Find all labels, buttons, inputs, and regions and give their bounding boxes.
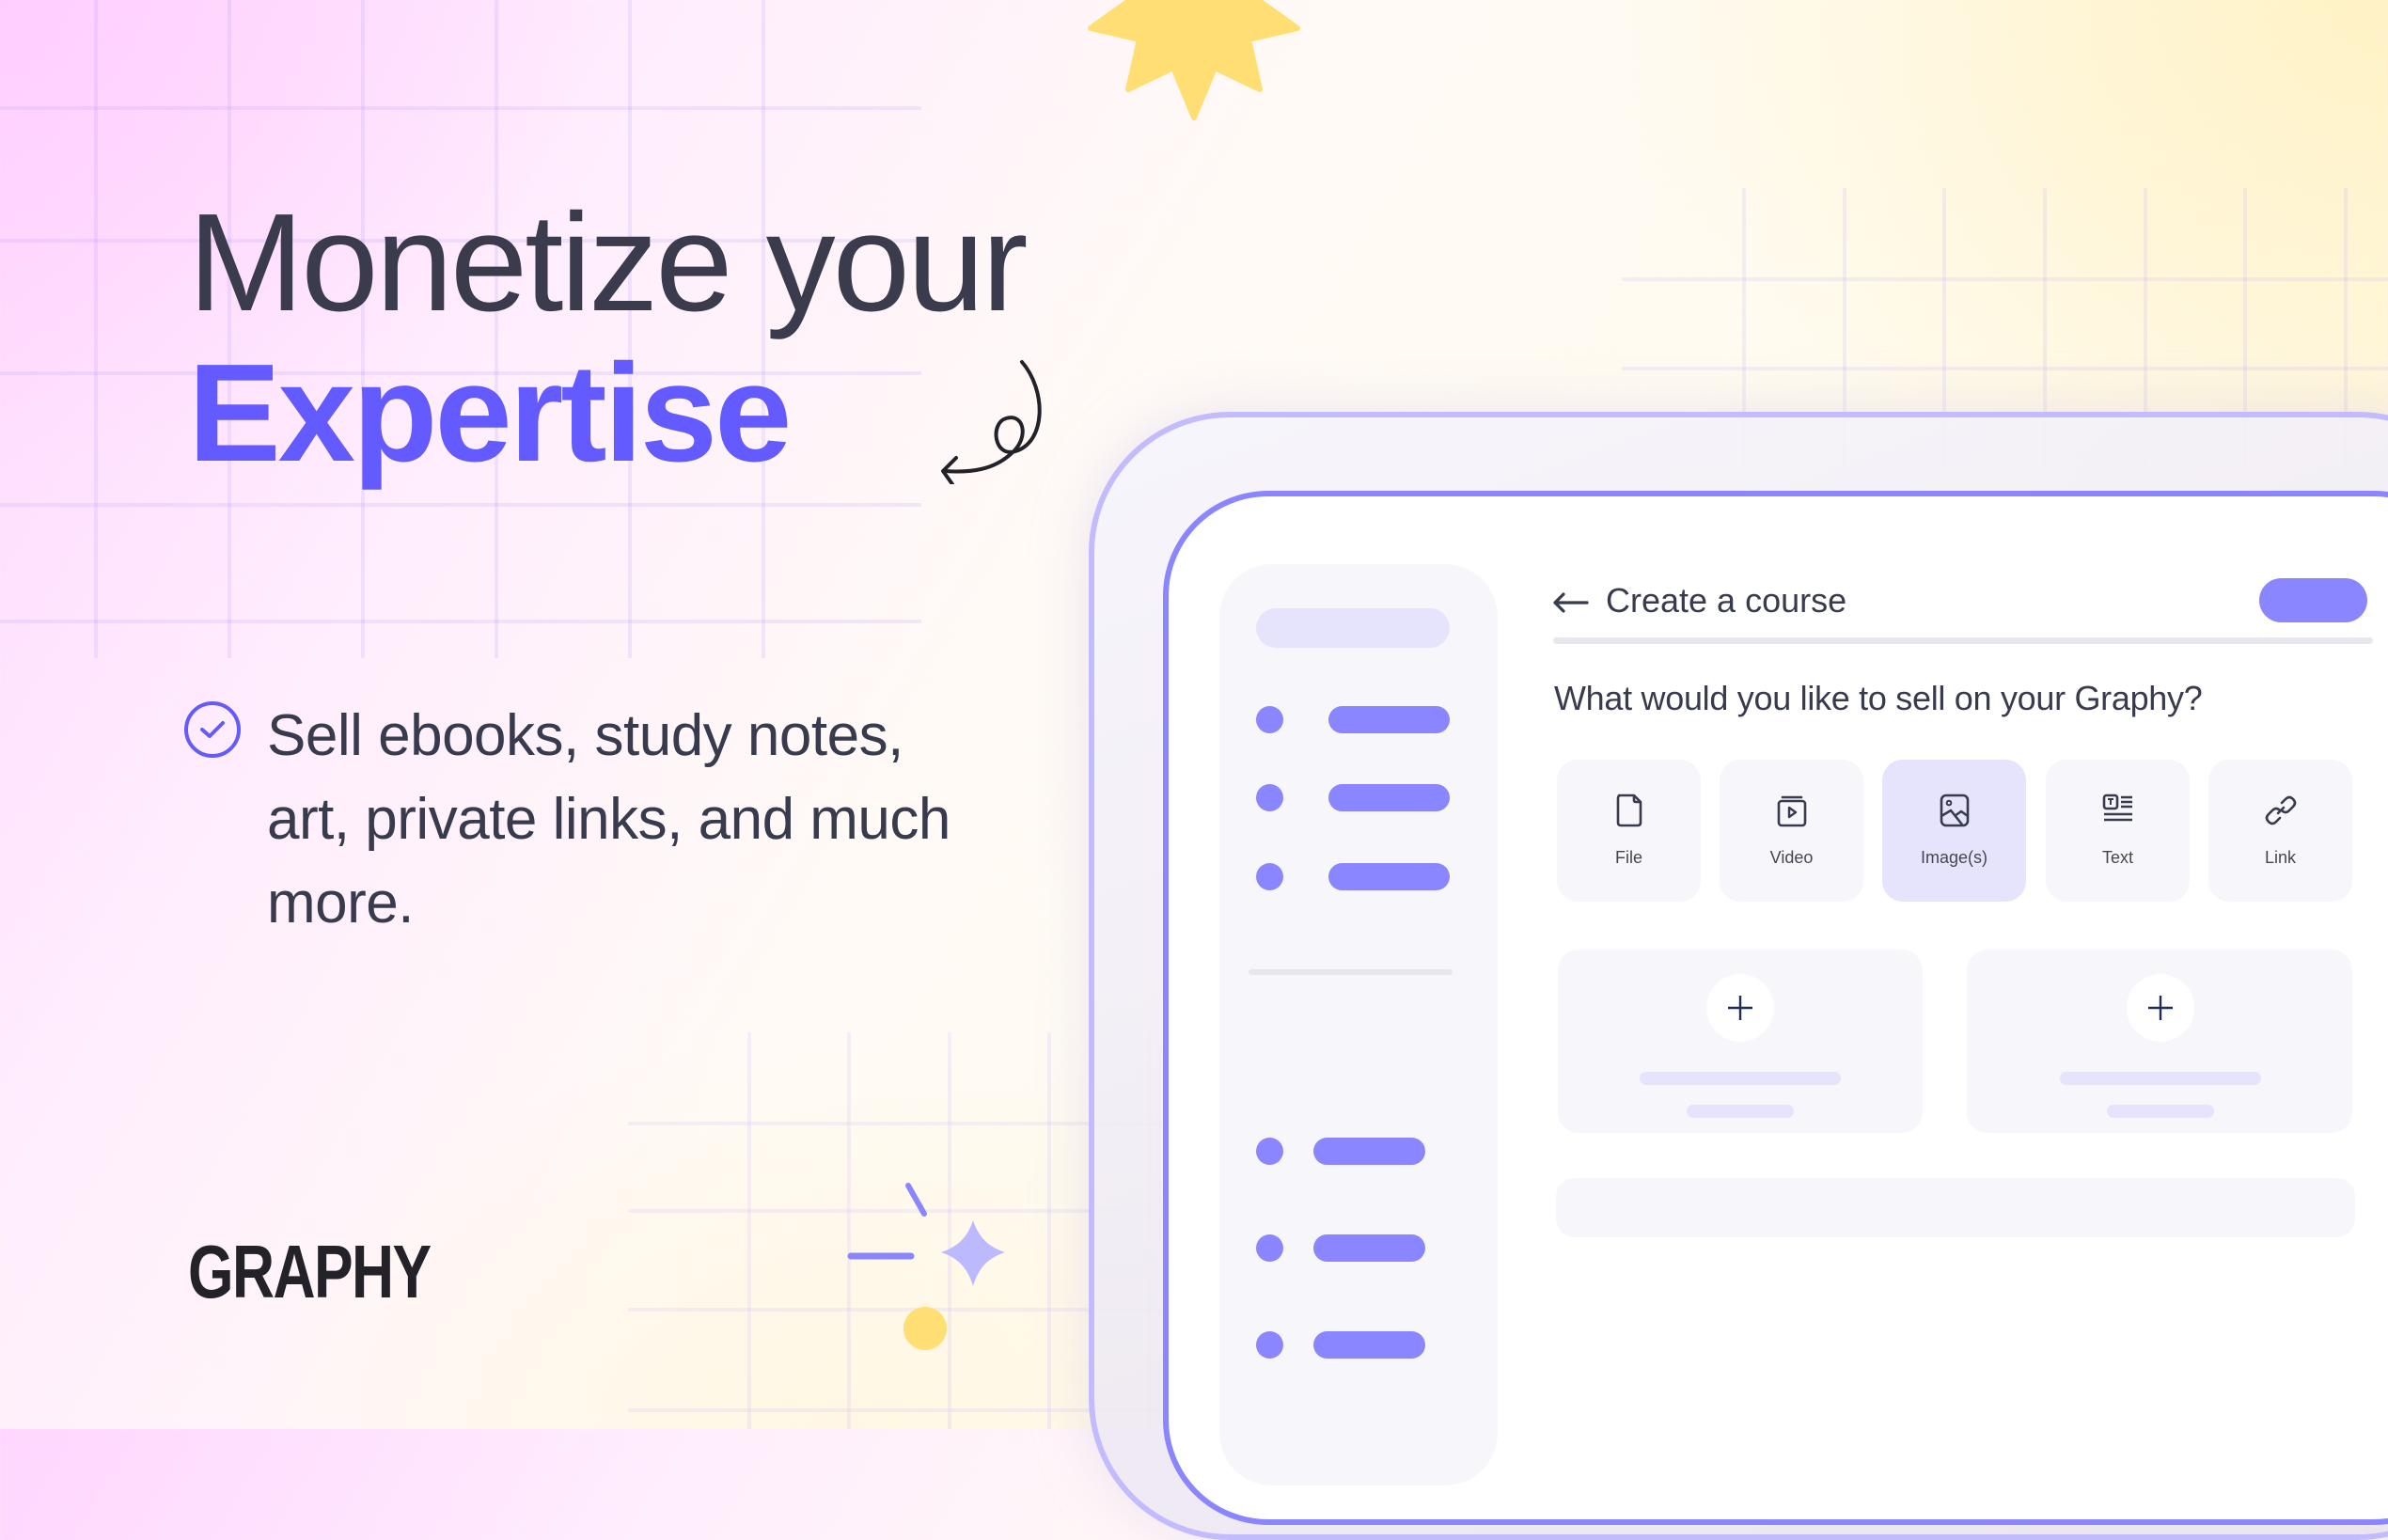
question-label: What would you like to sell on your Grap… <box>1554 679 2203 717</box>
sidebar-item-2[interactable] <box>1328 784 1450 811</box>
check-circle-icon <box>184 701 241 758</box>
sidebar-item-dot <box>1256 863 1283 890</box>
feature-item: Sell ebooks, study notes, art, private l… <box>184 694 982 945</box>
sidebar-item-4[interactable] <box>1313 1138 1425 1165</box>
sidebar-header-placeholder <box>1256 608 1450 648</box>
yellow-dot <box>903 1307 947 1350</box>
sidebar-item-6[interactable] <box>1313 1331 1425 1359</box>
headline-line1: Monetize your <box>188 185 1029 340</box>
headline: Monetize your Expertise <box>188 185 1029 491</box>
content-type-label: File <box>1614 848 1642 867</box>
sidebar-item-dot <box>1256 1234 1283 1262</box>
content-type-video[interactable]: Video <box>1720 760 1863 902</box>
graphy-logo: GRAPHY <box>188 1230 432 1313</box>
primary-action-button[interactable] <box>2259 578 2367 622</box>
sidebar-item-3[interactable] <box>1328 863 1450 890</box>
sparkle-icon <box>847 1183 1005 1350</box>
feature-text: Sell ebooks, study notes, art, private l… <box>267 703 950 935</box>
content-type-label: Text <box>2101 848 2133 867</box>
content-type-label: Video <box>1769 848 1814 867</box>
progress-track <box>1553 637 2373 644</box>
placeholder-line <box>2107 1105 2214 1118</box>
sidebar-item-dot <box>1256 1331 1283 1359</box>
add-content-card-2[interactable] <box>1967 950 2352 1133</box>
text-icon <box>2102 794 2132 822</box>
content-type-text[interactable]: Text <box>2046 760 2190 902</box>
page-title: Create a course <box>1606 581 1847 620</box>
star-burst-icon <box>1088 0 1300 120</box>
sidebar-item-5[interactable] <box>1313 1234 1425 1262</box>
sidebar-item-dot <box>1256 784 1283 811</box>
content-field-placeholder[interactable] <box>1556 1178 2355 1237</box>
sidebar-item-1[interactable] <box>1328 706 1450 733</box>
add-button[interactable] <box>1706 974 1774 1042</box>
content-type-file[interactable]: File <box>1557 760 1701 902</box>
curly-arrow-icon <box>941 360 1042 484</box>
sidebar-item-dot <box>1256 706 1283 733</box>
link-icon <box>2265 795 2296 825</box>
content-type-label: Link <box>2264 848 2297 867</box>
content-type-label: Image(s) <box>1920 848 1987 867</box>
plus-icon <box>1728 996 1752 1020</box>
video-icon <box>1777 795 1806 827</box>
plus-icon <box>2148 996 2173 1020</box>
sidebar-divider <box>1249 969 1453 975</box>
sidebar-item-dot <box>1256 1138 1283 1165</box>
content-type-link[interactable]: Link <box>2208 760 2352 902</box>
file-icon <box>1616 794 1642 827</box>
arrow-left-icon[interactable] <box>1551 583 1589 621</box>
content-type-images[interactable]: Image(s) <box>1882 760 2026 902</box>
placeholder-line <box>1640 1072 1841 1085</box>
add-button[interactable] <box>2127 974 2194 1042</box>
placeholder-line <box>2060 1072 2261 1085</box>
image-icon <box>1940 794 1969 827</box>
headline-accent: Expertise <box>188 336 792 491</box>
placeholder-line <box>1687 1105 1794 1118</box>
add-content-card-1[interactable] <box>1558 950 1923 1133</box>
